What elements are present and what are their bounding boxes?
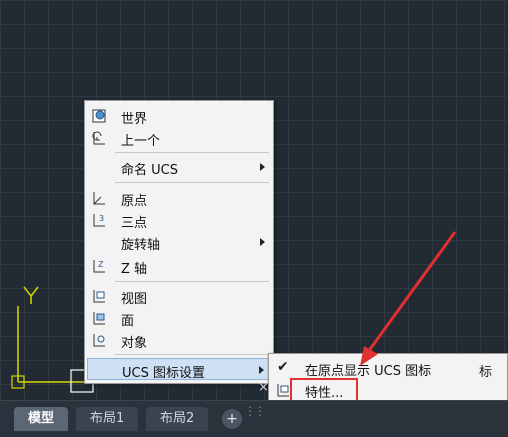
add-layout-button[interactable]: + — [222, 409, 242, 429]
close-icon[interactable]: × — [258, 380, 269, 395]
tab-layout1[interactable]: 布局1 — [76, 407, 139, 431]
grip-handle-icon[interactable]: ⋮⋮ — [244, 404, 266, 418]
tab-model[interactable]: 模型 — [14, 407, 69, 431]
annotation-arrow — [360, 231, 457, 366]
arrow-head — [360, 346, 378, 366]
arrow-shaft — [366, 231, 457, 353]
tab-layout2[interactable]: 布局2 — [146, 407, 209, 431]
